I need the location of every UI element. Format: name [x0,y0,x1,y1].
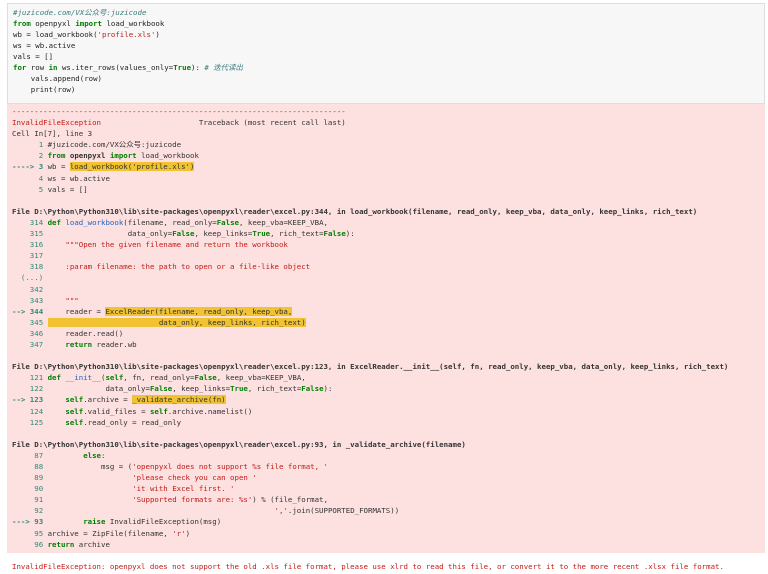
final-error-message: InvalidFileException: openpyxl does not … [12,561,724,571]
exception-name: InvalidFileException [12,118,101,128]
frame-header-1: File D:\Python\Python310\lib\site-packag… [12,206,698,216]
code-line-1: #juzicode.com/VX公众号:juzicode [13,8,147,17]
code-cell[interactable]: #juzicode.com/VX公众号:juzicode from openpy… [0,0,768,107]
code-editor[interactable]: #juzicode.com/VX公众号:juzicode from openpy… [7,3,765,104]
code-text[interactable]: #juzicode.com/VX公众号:juzicode from openpy… [8,4,764,98]
cell-ref: Cell In[7], line 3 [12,129,93,139]
frame-header-3: File D:\Python\Python310\lib\site-packag… [12,439,466,449]
error-output: ----------------------------------------… [7,104,765,571]
traceback-label: Traceback (most recent call last) [198,118,346,128]
frame-header-2: File D:\Python\Python310\lib\site-packag… [12,362,729,372]
separator-line: ----------------------------------------… [12,107,346,116]
traceback-text: ----------------------------------------… [12,107,729,571]
